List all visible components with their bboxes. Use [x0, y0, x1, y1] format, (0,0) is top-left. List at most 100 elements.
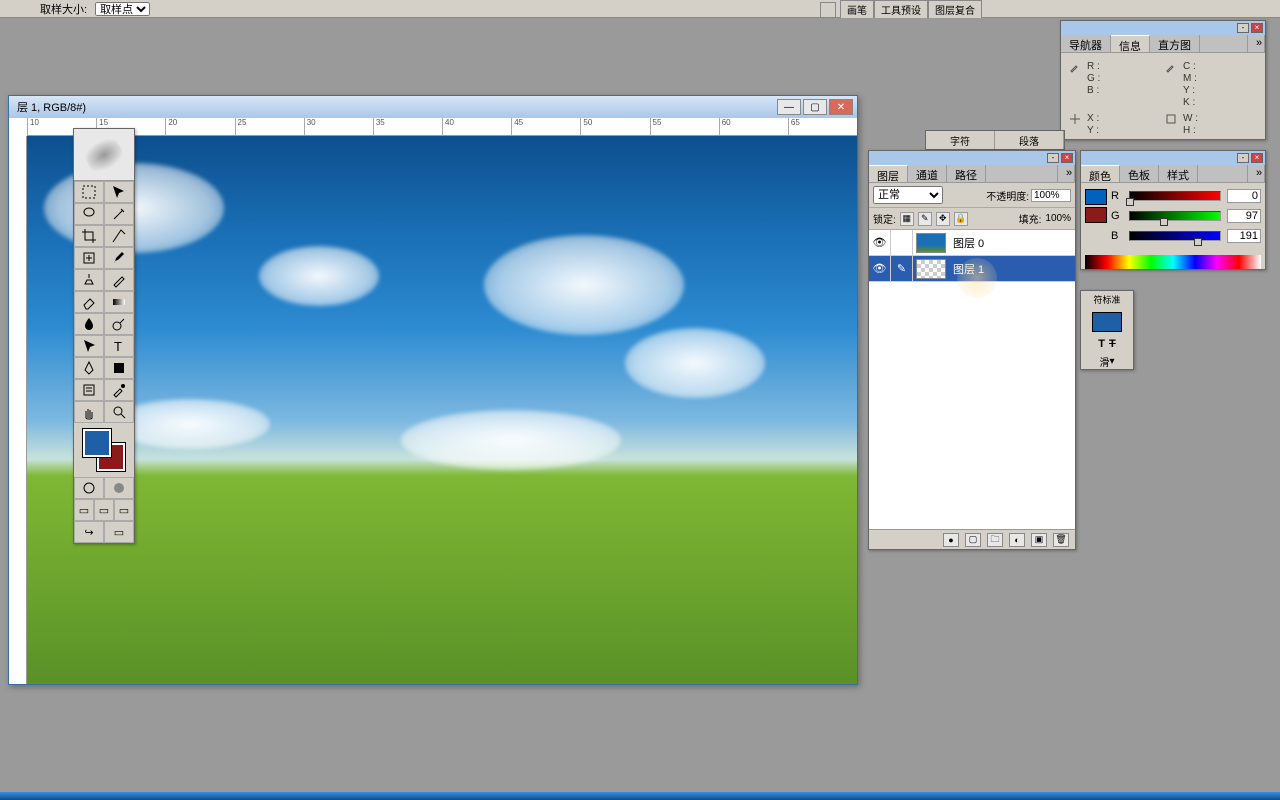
panel-menu-icon[interactable]: »: [1247, 35, 1265, 52]
paragraph-tab[interactable]: 段落: [995, 131, 1064, 149]
panel-min-button[interactable]: -: [1237, 153, 1249, 163]
opacity-value[interactable]: 100%: [1031, 189, 1071, 202]
sample-size-select[interactable]: 取样点: [95, 2, 150, 16]
vertical-ruler: [9, 136, 27, 684]
color-ramp[interactable]: [1085, 255, 1261, 269]
type-button-2[interactable]: T: [1109, 338, 1116, 350]
brush-tool[interactable]: [104, 247, 134, 269]
lock-all-icon[interactable]: 🔒: [954, 212, 968, 226]
taskbar[interactable]: [0, 792, 1280, 800]
shape-tool[interactable]: [104, 357, 134, 379]
layer-mask-icon[interactable]: ▢: [965, 533, 981, 547]
panel-menu-icon[interactable]: »: [1057, 165, 1075, 182]
link-toggle[interactable]: [891, 230, 913, 255]
tool-presets-tab[interactable]: 工具预设: [874, 0, 928, 18]
g-slider[interactable]: [1129, 211, 1221, 221]
layer-name[interactable]: 图层 0: [949, 235, 984, 251]
layers-tab[interactable]: 图层: [869, 165, 908, 182]
lock-position-icon[interactable]: ✥: [936, 212, 950, 226]
character-tab[interactable]: 字符: [926, 131, 995, 149]
layer-thumbnail[interactable]: [916, 259, 946, 279]
close-button[interactable]: ✕: [829, 99, 853, 115]
color-bg-swatch[interactable]: [1085, 207, 1107, 223]
b-value[interactable]: 191: [1227, 229, 1261, 243]
type-button[interactable]: T: [1098, 338, 1105, 350]
styles-tab[interactable]: 样式: [1159, 165, 1198, 182]
new-set-icon[interactable]: 🗀: [987, 533, 1003, 547]
slice-tool[interactable]: [104, 225, 134, 247]
info-tab[interactable]: 信息: [1111, 35, 1150, 52]
marquee-tool[interactable]: [74, 181, 104, 203]
r-slider[interactable]: [1129, 191, 1221, 201]
lock-transparency-icon[interactable]: ▦: [900, 212, 914, 226]
foreground-color[interactable]: [83, 429, 111, 457]
brush-preset-icon[interactable]: [820, 2, 836, 18]
new-layer-icon[interactable]: ▣: [1031, 533, 1047, 547]
layer-thumbnail[interactable]: [916, 233, 946, 253]
paths-tab[interactable]: 路径: [947, 165, 986, 182]
type-tool[interactable]: T: [104, 335, 134, 357]
panel-min-button[interactable]: -: [1047, 153, 1059, 163]
navigator-tab[interactable]: 导航器: [1061, 35, 1111, 52]
clone-stamp-tool[interactable]: [74, 269, 104, 291]
magic-wand-tool[interactable]: [104, 203, 134, 225]
panel-menu-icon[interactable]: »: [1247, 165, 1265, 182]
zoom-tool[interactable]: [104, 401, 134, 423]
history-brush-tool[interactable]: [104, 269, 134, 291]
brush-tab[interactable]: 画笔: [840, 0, 874, 18]
g-value[interactable]: 97: [1227, 209, 1261, 223]
canvas[interactable]: [27, 136, 857, 684]
hand-tool[interactable]: [74, 401, 104, 423]
lasso-tool[interactable]: [74, 203, 104, 225]
visibility-toggle[interactable]: 👁: [869, 256, 891, 281]
adjustment-layer-icon[interactable]: ◐: [1009, 533, 1025, 547]
channels-tab[interactable]: 通道: [908, 165, 947, 182]
visibility-toggle[interactable]: 👁: [869, 230, 891, 255]
pen-tool[interactable]: [74, 357, 104, 379]
r-value[interactable]: 0: [1227, 189, 1261, 203]
color-fg-swatch[interactable]: [1085, 189, 1107, 205]
gradient-tool[interactable]: [104, 291, 134, 313]
blend-mode-select[interactable]: 正常: [873, 186, 943, 204]
fill-value[interactable]: 100%: [1045, 213, 1071, 224]
eraser-tool[interactable]: [74, 291, 104, 313]
layer-comps-tab[interactable]: 图层复合: [928, 0, 982, 18]
eyedropper-tool[interactable]: [104, 379, 134, 401]
full-screen[interactable]: ▭: [114, 499, 134, 521]
color-tab[interactable]: 颜色: [1081, 165, 1120, 182]
document-titlebar[interactable]: 层 1, RGB/8#) — ▢ ✕: [9, 96, 857, 118]
standard-screen[interactable]: ▭: [74, 499, 94, 521]
dodge-tool[interactable]: [104, 313, 134, 335]
quickmask-mode[interactable]: [104, 477, 134, 499]
panel-min-button[interactable]: -: [1237, 23, 1249, 33]
layer-name[interactable]: 图层 1: [949, 261, 984, 277]
panel-close-button[interactable]: ×: [1251, 23, 1263, 33]
link-toggle[interactable]: ✎: [891, 256, 913, 281]
panel-close-button[interactable]: ×: [1061, 153, 1073, 163]
blur-tool[interactable]: [74, 313, 104, 335]
layer-row[interactable]: 👁 ✎ 图层 1: [869, 256, 1075, 282]
panel-close-button[interactable]: ×: [1251, 153, 1263, 163]
full-screen-menu[interactable]: ▭: [94, 499, 114, 521]
layer-style-icon[interactable]: ●: [943, 533, 959, 547]
delete-layer-icon[interactable]: 🗑: [1053, 533, 1069, 547]
aa-dropdown[interactable]: ▾: [1109, 356, 1114, 367]
jump-to-imageready[interactable]: ↪: [74, 521, 104, 543]
b-slider[interactable]: [1129, 231, 1221, 241]
character-paragraph-panel[interactable]: 字符 段落: [925, 130, 1065, 150]
maximize-button[interactable]: ▢: [803, 99, 827, 115]
crop-tool[interactable]: [74, 225, 104, 247]
healing-brush-tool[interactable]: [74, 247, 104, 269]
move-tool[interactable]: [104, 181, 134, 203]
info-panel: -× 导航器 信息 直方图 » R :G :B : C :M :Y :K : X…: [1060, 20, 1266, 140]
layer-row[interactable]: 👁 图层 0: [869, 230, 1075, 256]
histogram-tab[interactable]: 直方图: [1150, 35, 1200, 52]
minimize-button[interactable]: —: [777, 99, 801, 115]
standard-mode[interactable]: [74, 477, 104, 499]
lock-image-icon[interactable]: ✎: [918, 212, 932, 226]
jump-icon[interactable]: ▭: [104, 521, 134, 543]
path-selection-tool[interactable]: [74, 335, 104, 357]
swatches-tab[interactable]: 色板: [1120, 165, 1159, 182]
text-color-swatch[interactable]: [1092, 312, 1122, 332]
notes-tool[interactable]: [74, 379, 104, 401]
